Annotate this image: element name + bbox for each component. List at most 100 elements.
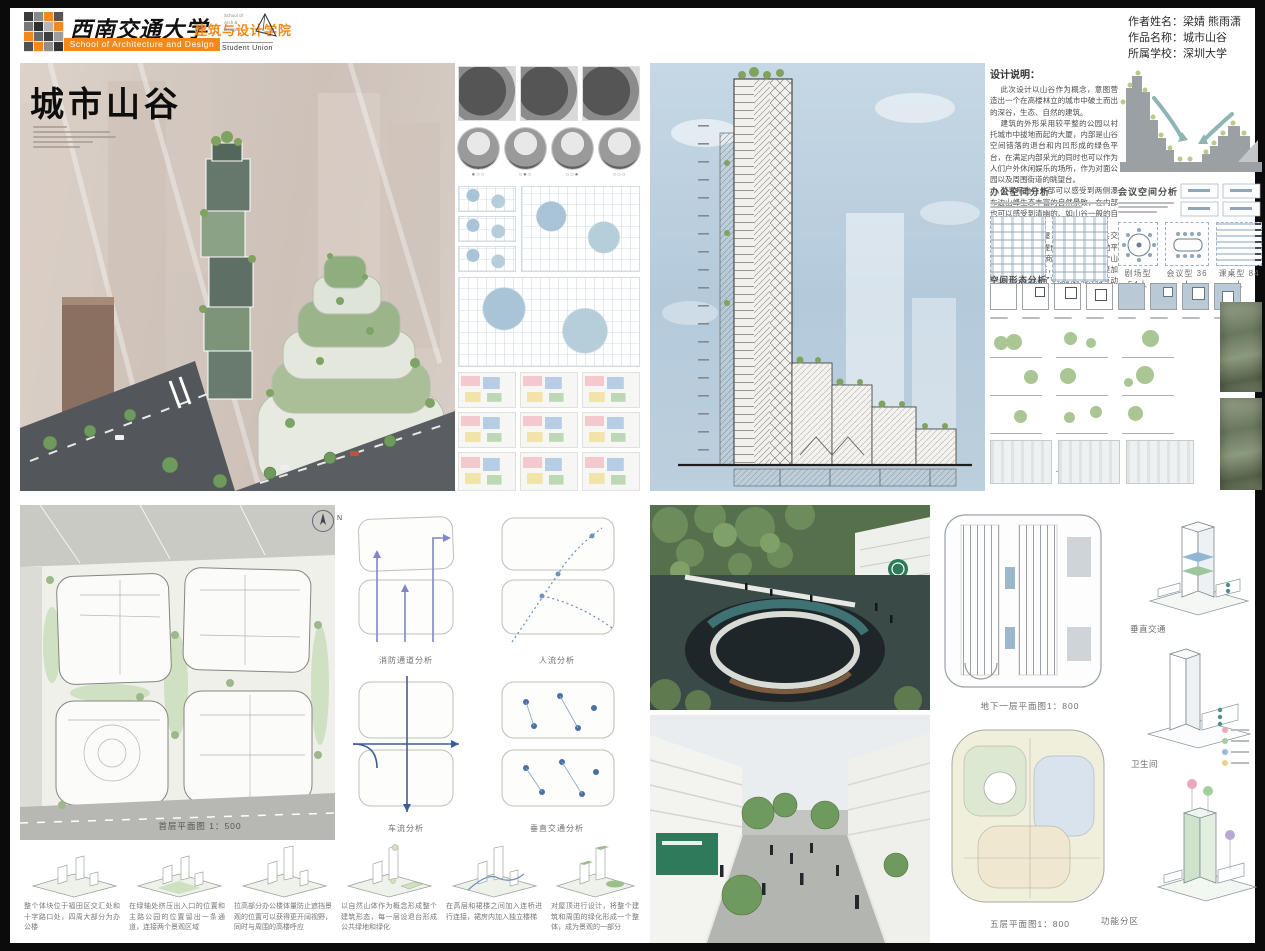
meeting-analysis-title: 会议空间分析	[1118, 185, 1178, 198]
school-logo-mosaic	[24, 12, 64, 52]
site-photo-1	[458, 128, 499, 169]
zoning-map-7	[458, 452, 516, 491]
pedestrian-flow-label: 人流分析	[482, 655, 632, 666]
tree-sketch	[1122, 404, 1174, 434]
basement-plan-caption: 地下一层平面图1：800	[935, 700, 1125, 712]
courtyard-render	[650, 505, 930, 710]
design-notes-title: 设计说明：	[990, 66, 1118, 81]
author-name-value: 梁婧 熊雨潇	[1183, 16, 1241, 28]
office-layout-diagram-1	[990, 216, 1046, 282]
compass-n-label: N	[337, 515, 342, 522]
massing-step-2	[1022, 283, 1049, 310]
site-photo-4	[599, 128, 640, 169]
zoning-map-4	[458, 412, 516, 448]
zoning-map-8	[520, 452, 578, 491]
work-title-label: 作品名称：	[1128, 32, 1183, 44]
zoning-map-5	[520, 412, 578, 448]
mountain-reference-photo-2	[1220, 398, 1262, 490]
elevation-strip-2	[1058, 440, 1120, 484]
analysis-map-small-2	[458, 216, 516, 242]
site-photo-2	[505, 128, 546, 169]
poster-title: 城市山谷	[30, 77, 182, 126]
author-name-row: 作者姓名：梁婧 熊雨潇	[1128, 14, 1241, 30]
street-render	[650, 715, 930, 943]
valley-concept-diagram	[1120, 62, 1262, 180]
vertical-circulation-axon-label: 垂直交通	[1130, 623, 1166, 635]
analysis-map-large	[458, 277, 640, 367]
tree-sketch	[990, 366, 1042, 396]
work-title-row: 作品名称：城市山谷	[1128, 30, 1241, 46]
analysis-map-small-3	[458, 246, 516, 272]
tower-section-panel	[650, 63, 985, 491]
context-map-2	[520, 66, 578, 121]
elevation-strip-3	[1126, 440, 1194, 484]
zoning-map-3	[582, 372, 640, 408]
vertical-circulation-axon	[1140, 505, 1258, 621]
tree-sketch	[1122, 328, 1174, 358]
axon-caption-5: 在高层和裙楼之间加入连桥进行连接，裙房内加入独立楼梯	[446, 902, 542, 923]
axon-caption-2: 在绿轴处挤压出入口的位置和主路公园的位置留出一条通道，连接两个景观区域	[129, 902, 225, 934]
axon-caption-6: 对屋顶进行设计，将整个建筑和周围的绿化形成一个整体，成为景观的一部分	[551, 902, 639, 934]
tree-sketch	[1122, 366, 1174, 396]
massing-captions-fineprint	[990, 314, 1240, 321]
basement-plan	[935, 507, 1125, 695]
zoning-map-9	[582, 452, 640, 491]
work-title-value: 城市山谷	[1183, 32, 1227, 44]
tree-sketch	[1056, 328, 1108, 358]
meeting-analysis-fineprint	[1118, 199, 1174, 215]
ground-floor-plan	[20, 505, 335, 840]
school-value: 深圳大学	[1183, 48, 1227, 60]
concept-axon-6	[553, 844, 638, 898]
department-name-en: School of Architecture and Design	[64, 38, 220, 51]
project-meta-fineprint	[33, 123, 119, 151]
context-map-3	[582, 66, 640, 121]
photo-dots-3: ○○●	[552, 172, 593, 178]
design-notes-p1: 此次设计以山谷作为概念，意图营造出一个在高楼林立的城市中破土而出的深谷，生态、自…	[990, 84, 1118, 118]
school-row: 所属学校：深圳大学	[1128, 46, 1241, 62]
competition-poster: { "header": { "school_name": "西南交通大学", "…	[0, 0, 1265, 951]
context-map-1	[458, 66, 516, 121]
vehicle-flow-label: 车流分析	[347, 823, 465, 834]
massing-step-7	[1182, 283, 1209, 310]
massing-step-1	[990, 283, 1017, 310]
author-info: 作者姓名：梁婧 熊雨潇 作品名称：城市山谷 所属学校：深圳大学	[1128, 14, 1241, 62]
photo-dots-4: ○○○	[599, 172, 640, 178]
analysis-map-small-1	[458, 186, 516, 212]
tree-sketch	[990, 328, 1042, 358]
restroom-axon-label: 卫生间	[1131, 758, 1158, 770]
tree-sketch	[1056, 404, 1108, 434]
north-compass: N	[312, 510, 334, 532]
badge-small-text: School of Arch & Design	[224, 13, 250, 33]
office-layout-diagram-2	[1052, 216, 1108, 282]
concept-axon-4	[343, 844, 435, 898]
author-name-label: 作者姓名：	[1128, 16, 1183, 28]
photo-dots-1: ●○○	[458, 172, 499, 178]
fire-route-label: 消防通道分析	[347, 655, 465, 666]
student-union-logo	[252, 12, 278, 40]
meeting-round-diagram	[1118, 222, 1158, 266]
fire-route-diagram	[347, 508, 465, 648]
zoning-axon-label: 功能分区	[1085, 915, 1155, 927]
concept-axon-5	[448, 844, 540, 898]
ground-plan-caption: 首层平面图 1：500	[80, 820, 320, 832]
zoning-map-6	[582, 412, 640, 448]
axon-caption-1: 整个体块位于福田区交汇处和十字路口处，四周大部分为办公楼	[24, 902, 120, 934]
vertical-circulation-label: 垂直交通分析	[482, 823, 632, 834]
design-notes-p2: 建筑的外形采用较平整的公园以衬托城市中拔地而起的大厦，内部是山谷空间错落的退台和…	[990, 118, 1118, 186]
hero-render: 城市山谷	[20, 63, 455, 491]
concept-axon-1	[28, 848, 120, 898]
analysis-map-medium	[521, 186, 640, 272]
fifth-floor-plan	[940, 718, 1120, 914]
vehicle-flow-diagram	[347, 668, 465, 818]
meeting-classroom-diagram	[1216, 222, 1262, 266]
axon-caption-4: 以自然山体作为概念形成整个建筑形态，每一层设退台形成公共绿地和绿化	[341, 902, 437, 934]
site-photo-3	[552, 128, 593, 169]
massing-step-6	[1150, 283, 1177, 310]
massing-step-4	[1086, 283, 1113, 310]
tree-sketch	[1056, 366, 1108, 396]
tower-section-drawing	[650, 63, 985, 491]
office-analysis-fineprint	[990, 199, 1108, 211]
mountain-reference-photo-1	[1220, 302, 1262, 392]
office-analysis-title: 办公空间分析	[990, 185, 1050, 198]
vertical-circulation-diagram	[482, 668, 632, 818]
